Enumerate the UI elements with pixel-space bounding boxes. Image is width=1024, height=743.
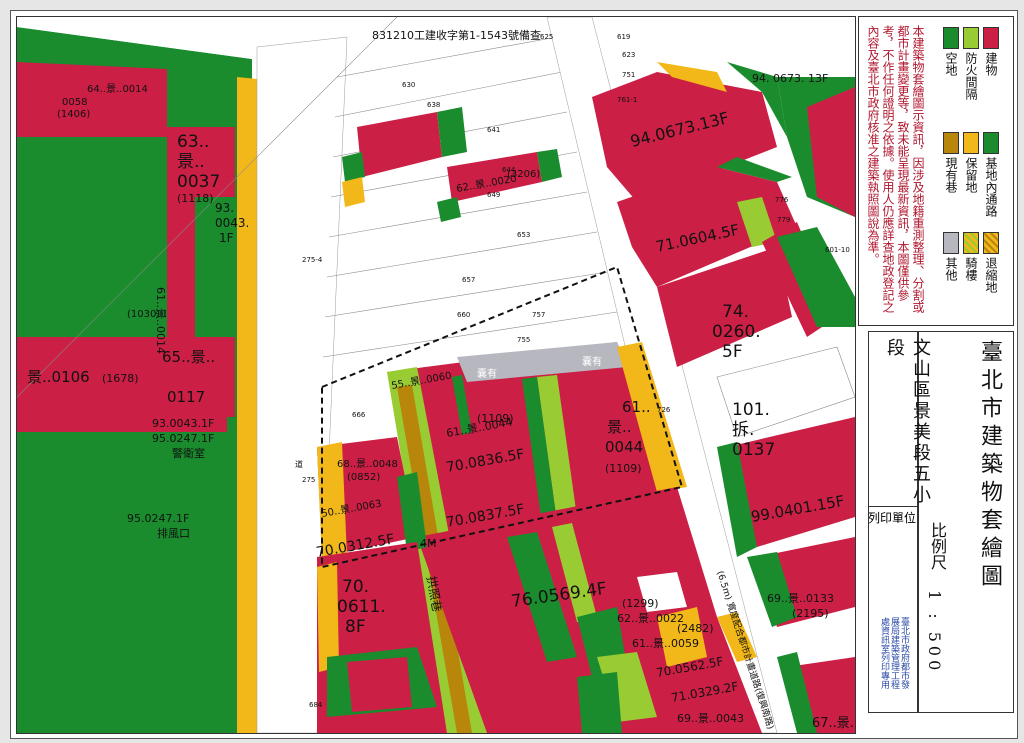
label-parcel-630: 630	[402, 81, 415, 89]
label-93-0043: 93.0043.1F	[152, 417, 214, 430]
label-parcel-275: 275	[302, 476, 315, 484]
label-1030: (1030)	[127, 309, 160, 320]
label-4m: 4M	[420, 537, 437, 550]
label-101-c: 0137	[732, 440, 775, 460]
label-parcel-779: 779	[777, 216, 790, 224]
label-63-b: 景..	[177, 152, 205, 172]
label-parcel-274: 275-4	[302, 256, 323, 264]
label-parcel-638: 638	[427, 101, 440, 109]
label-parcel-757: 757	[532, 311, 545, 319]
district-name: 文山區景美段五小段	[884, 338, 931, 506]
label-parcel-761: 761-1	[617, 96, 637, 104]
district-box: 文山區景美段五小段	[868, 331, 931, 508]
label-61-right-c: 0044	[605, 438, 643, 456]
label-74-a: 74.	[722, 302, 749, 322]
label-63-a: 63..	[177, 132, 209, 152]
legend-box: 建物 防火間隔 空地 基地內通路 保留地 現有巷 退縮地 騎樓 其他 本建築物套…	[858, 16, 1014, 326]
label-parcel-644: 644	[502, 166, 516, 174]
legend-other: 其他	[931, 232, 971, 281]
legend-label: 空地	[944, 52, 958, 76]
legend-label: 現有巷	[944, 157, 958, 193]
label-69-area: (2195)	[792, 607, 829, 620]
label-70-0611-c: 8F	[345, 617, 366, 637]
label-68-0048: 68..景..0048	[337, 458, 398, 470]
label-0106: 景..0106	[27, 368, 90, 386]
label-63-area: (1118)	[177, 192, 214, 205]
print-unit-box: 列印單位 臺北市政府都市發展局建築管理工程處資訊室列印專用	[868, 506, 918, 713]
legend-panel: 建物 防火間隔 空地 基地內通路 保留地 現有巷 退縮地 騎樓 其他 本建築物套…	[858, 16, 1014, 732]
print-stamp: 臺北市政府都市發展局建築管理工程處資訊室列印專用	[879, 617, 909, 689]
label-61-right-area: (1109)	[605, 462, 642, 475]
label-1678: (1678)	[102, 372, 139, 385]
label-62-0022: 62..景..0022	[617, 612, 684, 625]
label-64-1406: (1406)	[57, 109, 90, 120]
label-93-a: 93.	[215, 201, 234, 215]
label-1299: (1299)	[622, 597, 659, 610]
legend-open-space: 空地	[931, 27, 971, 76]
legend-note: 本建築物套繪圖示資訊，因涉及地籍重測整理、分割或都市計畫變更等，致未能呈現最新資…	[866, 25, 925, 313]
label-64-0014: 64..景..0014	[87, 83, 148, 95]
scale-value: 1 : 500	[925, 590, 944, 675]
label-93-b: 0043.	[215, 216, 249, 230]
label-61-0059: 61..景..0059	[632, 637, 699, 650]
label-parcel-776: 776	[775, 196, 789, 204]
label-parcel-751: 751	[622, 71, 635, 79]
label-101-b: 拆.	[732, 420, 754, 440]
arcade-west	[237, 77, 257, 733]
label-parcel-653: 653	[517, 231, 530, 239]
label-0117: 0117	[167, 388, 205, 406]
label-64-0058: 0058	[62, 97, 87, 108]
label-74-c: 5F	[722, 342, 743, 362]
label-70-0611-b: 0611.	[337, 597, 386, 617]
label-parcel-601: 601-10	[825, 246, 850, 254]
legend-label: 其他	[944, 257, 958, 281]
label-63-c: 0037	[177, 172, 220, 192]
label-65: 65..景..	[162, 348, 215, 366]
legend-existing-lane: 現有巷	[931, 132, 971, 193]
map-title: 臺北市建築物套繪圖	[977, 340, 1002, 592]
label-95-0247b: 95.0247.1F	[127, 512, 189, 525]
label-93-c: 1F	[219, 231, 234, 245]
label-101-a: 101.	[732, 400, 770, 420]
label-2482: (2482)	[677, 622, 714, 635]
label-parcel-657: 657	[462, 276, 475, 284]
label-guard: 警衛室	[172, 446, 205, 460]
label-parcel-625: 625	[540, 33, 553, 41]
label-61-0044-area: (1109)	[477, 412, 514, 425]
label-parcel-755: 755	[517, 336, 530, 344]
cadastral-map: 831210工建收字第1-1543號備查 94.0673.13F 94. 067…	[16, 16, 856, 734]
label-95-0247: 95.0247.1F	[152, 432, 214, 445]
label-61-1030: 61..景..0014	[154, 287, 167, 354]
scale-label: 比例尺	[928, 522, 947, 570]
label-parcel-649: 649	[487, 191, 500, 199]
permit-text: 831210工建收字第1-1543號備查	[372, 28, 541, 42]
label-69-0133: 69..景..0133	[767, 592, 834, 605]
label-gap-b: 囊有	[582, 355, 602, 368]
label-parcel-660: 660	[457, 311, 470, 319]
label-entrance: 排風口	[157, 526, 190, 540]
label-61-right-a: 61..	[622, 398, 651, 416]
print-unit-label: 列印單位	[867, 511, 916, 525]
label-parcel-641: 641	[487, 126, 500, 134]
label-70-0611-a: 70.	[342, 577, 369, 597]
label-0852: (0852)	[347, 472, 380, 483]
label-parcel-684: 684	[309, 701, 323, 709]
label-94-0673-short: 94. 0673. 13F	[752, 72, 828, 85]
label-67: 67..景..	[812, 716, 855, 731]
label-parcel-666: 666	[352, 411, 366, 419]
label-61-right-b: 景..	[607, 418, 632, 436]
label-74-b: 0260.	[712, 322, 761, 342]
label-gap-a: 囊有	[477, 367, 497, 380]
label-69-0043: 69..景..0043	[677, 712, 744, 725]
label-road-west: 道	[295, 459, 303, 469]
label-parcel-726: 726	[657, 406, 671, 414]
label-parcel-623: 623	[622, 51, 635, 59]
label-parcel-619: 619	[617, 33, 630, 41]
